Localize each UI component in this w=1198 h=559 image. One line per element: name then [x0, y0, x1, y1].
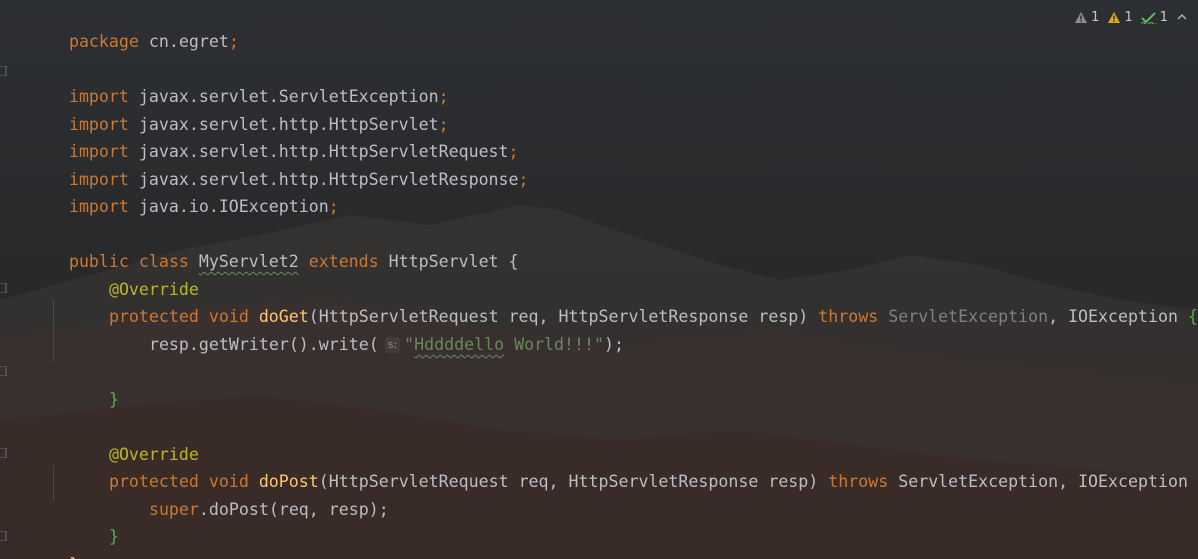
weak-warnings-count: 1 [1124, 9, 1133, 25]
exception-name: IOException [1068, 307, 1178, 326]
code-line-class-declaration[interactable]: public class MyServlet2 extends HttpServ… [9, 221, 519, 271]
code-line-import[interactable]: import javax.servlet.http.HttpServletReq… [9, 111, 519, 161]
code-line-annotation[interactable]: @Override [49, 414, 199, 464]
parameters: (HttpServletRequest req, HttpServletResp… [318, 472, 829, 491]
expand-inspections-button[interactable] [1176, 12, 1188, 22]
typo-check-icon [1140, 11, 1157, 24]
brace: { [1177, 307, 1198, 326]
super-keyword: super [148, 500, 199, 519]
brace: { [498, 252, 519, 271]
keyword: throws [828, 472, 899, 491]
keyword: extends [298, 252, 389, 271]
code-line-doget-signature[interactable]: protected void doGet(HttpServletRequest … [49, 276, 1198, 326]
typos-count: 1 [1159, 9, 1168, 25]
code-line-annotation[interactable]: @Override [49, 249, 199, 299]
string-literal: World!!!" [504, 335, 604, 354]
call-end: ); [604, 335, 624, 354]
code-line-import[interactable]: import javax.servlet.http.HttpServletRes… [9, 139, 529, 189]
brace: } [69, 555, 79, 559]
exception-name: IOException [1078, 472, 1188, 491]
code-line-closing-brace[interactable]: } [49, 359, 119, 409]
exception-name: ServletException [898, 472, 1059, 491]
keyword: import [68, 197, 129, 216]
semicolon: ; [328, 197, 339, 216]
typos-indicator[interactable]: 1 [1140, 9, 1168, 25]
brace: } [108, 527, 119, 546]
warning-triangle-icon [1075, 11, 1088, 23]
warnings-indicator[interactable]: 1 [1074, 10, 1099, 25]
class-name[interactable]: MyServlet2 [199, 252, 299, 271]
method-call: resp.getWriter().write( [148, 335, 379, 354]
exception-name-unused: ServletException [888, 307, 1049, 326]
brace: { [1188, 472, 1198, 491]
brace: } [108, 390, 119, 409]
semicolon: ; [518, 170, 529, 189]
code-area[interactable]: package cn.egret; import javax.servlet.S… [0, 0, 1198, 559]
string-quote: " [404, 335, 415, 354]
semicolon: ; [228, 32, 239, 51]
code-editor[interactable]: package cn.egret; import javax.servlet.S… [0, 0, 1198, 559]
code-line-import[interactable]: import javax.servlet.ServletException; [9, 56, 449, 106]
superclass-name: HttpServlet [388, 252, 499, 271]
weak-warnings-indicator[interactable]: 1 [1107, 9, 1133, 25]
chevron-up-icon [1177, 13, 1187, 20]
keyword: package [68, 32, 139, 51]
method-call: .doPost(req, resp); [198, 500, 389, 519]
code-line-dopost-signature[interactable]: protected void doPost(HttpServletRequest… [49, 441, 1198, 491]
import-path: java.io.IOException [128, 197, 329, 216]
code-line-package[interactable]: package cn.egret; [9, 1, 239, 51]
string-literal-typo[interactable]: Hddddello [414, 335, 504, 354]
comma: , [1048, 307, 1069, 326]
keyword: throws [818, 307, 889, 326]
code-line-import[interactable]: import javax.servlet.http.HttpServlet; [9, 84, 449, 134]
code-line-closing-brace[interactable]: } [9, 524, 79, 559]
package-name: cn.egret [138, 32, 229, 51]
code-line-super-call[interactable]: super.doPost(req, resp); [89, 469, 389, 519]
comma: , [1058, 472, 1079, 491]
warnings-count: 1 [1091, 9, 1100, 25]
code-line-import[interactable]: import java.io.IOException; [9, 166, 339, 216]
inspection-widget[interactable]: 1 1 1 [1074, 5, 1188, 29]
weak-warning-triangle-icon [1108, 11, 1121, 23]
code-line-closing-brace[interactable]: } [49, 496, 119, 546]
parameter-hint: s: [384, 337, 401, 353]
code-line-write-call[interactable]: resp.getWriter().write( s: "Hddddello Worl… [89, 304, 624, 354]
